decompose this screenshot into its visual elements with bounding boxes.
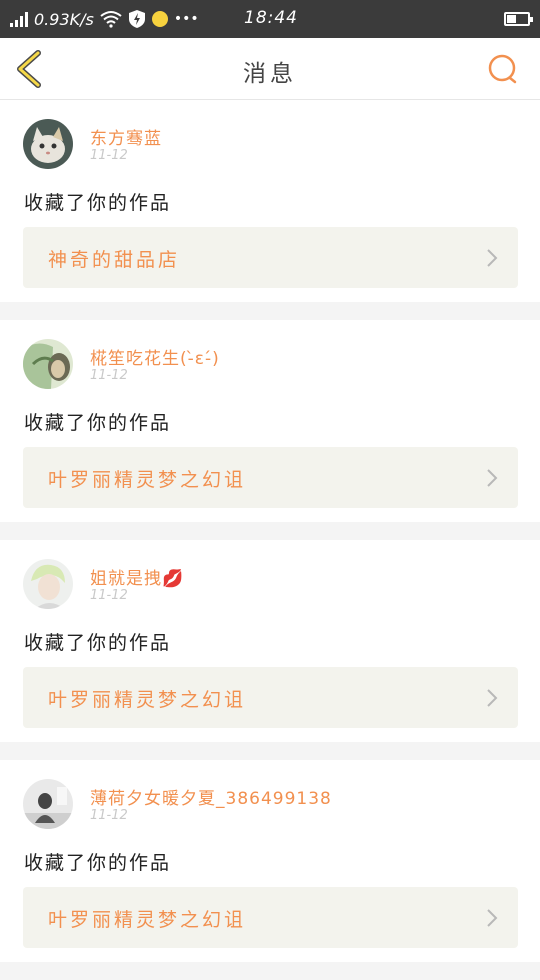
- page-title: 消息: [243, 61, 297, 87]
- chevron-right-icon: [487, 469, 498, 487]
- notification-dot-icon: [151, 11, 168, 27]
- message-date: 11-12: [90, 808, 128, 823]
- list-item: 薄荷夕女暖夕夏_386499138 11-12 收藏了你的作品 叶罗丽精灵梦之幻…: [0, 760, 540, 962]
- username-link[interactable]: 薄荷夕女暖夕夏_386499138: [90, 784, 332, 809]
- chevron-right-icon: [487, 909, 498, 927]
- chevron-right-icon: [487, 689, 498, 707]
- username-link[interactable]: 椛笙吃花生(-̀ε-́): [90, 344, 220, 369]
- username-link[interactable]: 姐就是拽💋: [90, 564, 184, 589]
- work-link[interactable]: 叶罗丽精灵梦之幻诅: [23, 887, 518, 948]
- work-title: 叶罗丽精灵梦之幻诅: [48, 689, 247, 711]
- avatar[interactable]: [23, 559, 73, 609]
- shield-icon: [128, 10, 145, 28]
- action-text: 收藏了你的作品: [24, 852, 172, 874]
- work-title: 叶罗丽精灵梦之幻诅: [48, 909, 247, 931]
- work-link[interactable]: 神奇的甜品店: [23, 227, 518, 288]
- signal-icon: [10, 11, 28, 27]
- work-title: 神奇的甜品店: [48, 249, 181, 271]
- avatar[interactable]: [23, 779, 73, 829]
- list-item: 姐就是拽💋 11-12 收藏了你的作品 叶罗丽精灵梦之幻诅: [0, 540, 540, 742]
- work-link[interactable]: 叶罗丽精灵梦之幻诅: [23, 667, 518, 728]
- action-text: 收藏了你的作品: [24, 412, 172, 434]
- list-item: 椛笙吃花生(-̀ε-́) 11-12 收藏了你的作品 叶罗丽精灵梦之幻诅: [0, 320, 540, 522]
- status-bar: 0.93K/s ••• 18:44: [0, 0, 540, 38]
- message-date: 11-12: [90, 588, 128, 603]
- avatar[interactable]: [23, 339, 73, 389]
- battery-icon: [504, 12, 533, 26]
- search-icon: [488, 54, 517, 84]
- action-text: 收藏了你的作品: [24, 632, 172, 654]
- network-speed: 0.93K/s: [34, 9, 94, 29]
- search-button[interactable]: [486, 52, 520, 86]
- message-date: 11-12: [90, 368, 128, 383]
- username-link[interactable]: 东方骞蓝: [90, 124, 162, 149]
- avatar[interactable]: [23, 119, 73, 169]
- work-title: 叶罗丽精灵梦之幻诅: [48, 469, 247, 491]
- message-list: 东方骞蓝 11-12 收藏了你的作品 神奇的甜品店 椛笙吃花生(-̀ε-́) 1…: [0, 100, 540, 980]
- message-date: 11-12: [90, 148, 128, 163]
- work-link[interactable]: 叶罗丽精灵梦之幻诅: [23, 447, 518, 508]
- action-text: 收藏了你的作品: [24, 192, 172, 214]
- wifi-icon: [100, 11, 122, 28]
- more-indicator: •••: [173, 11, 199, 27]
- list-item: 东方骞蓝 11-12 收藏了你的作品 神奇的甜品店: [0, 100, 540, 302]
- nav-bar: 消息: [0, 38, 540, 100]
- clock: 18:44: [244, 8, 298, 28]
- chevron-right-icon: [487, 249, 498, 267]
